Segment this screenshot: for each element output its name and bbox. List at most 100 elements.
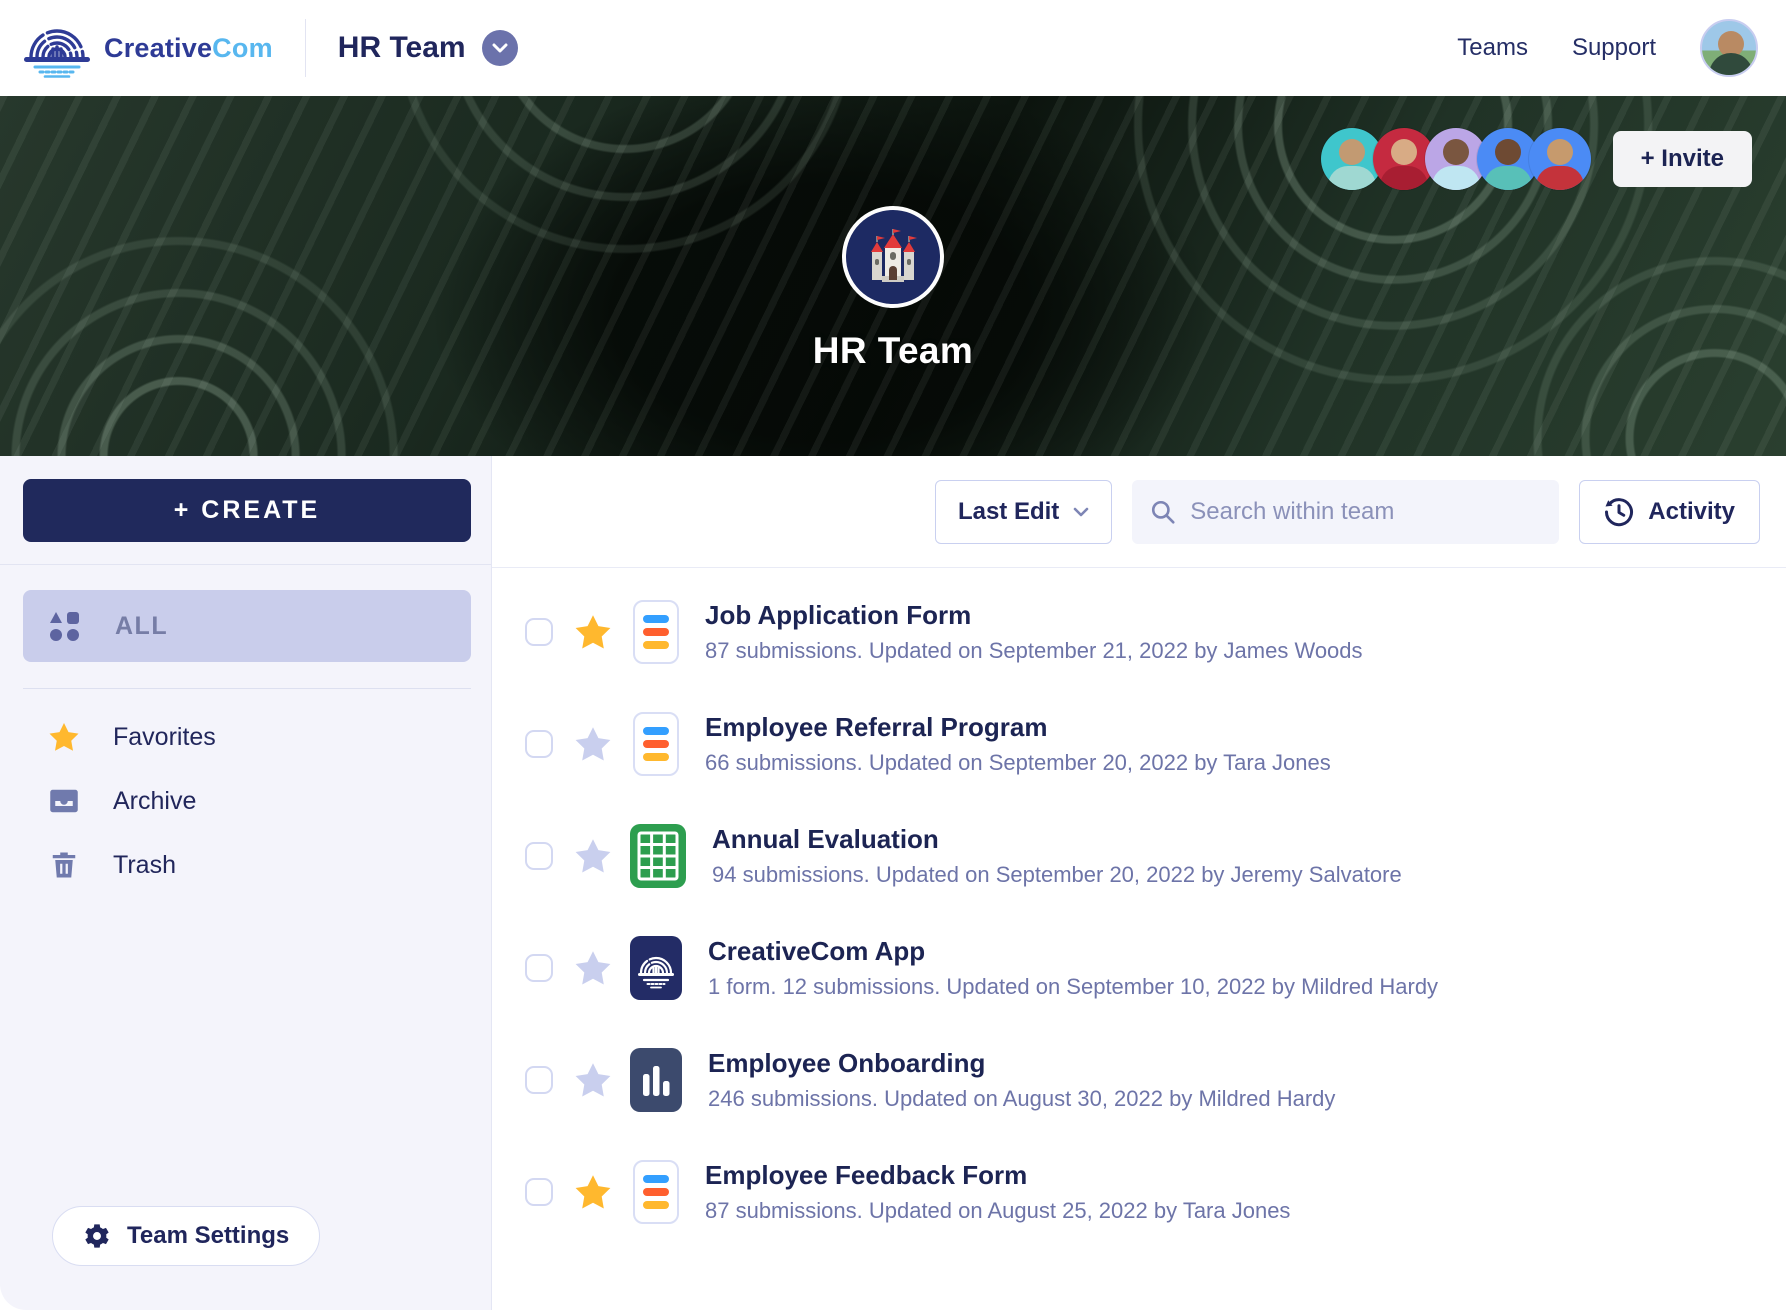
form-title: Annual Evaluation [712, 824, 1402, 855]
bar-chart-icon [630, 1048, 682, 1112]
team-title: HR Team [813, 330, 973, 372]
avatar-head [1339, 139, 1365, 165]
favorite-star-icon[interactable] [575, 1174, 611, 1210]
team-switcher-label: HR Team [338, 31, 466, 65]
form-title: Employee Onboarding [708, 1048, 1335, 1079]
row-checkbox[interactable] [525, 842, 553, 870]
avatar-torso [1380, 166, 1428, 190]
team-avatar [842, 206, 944, 308]
castle-icon [864, 228, 922, 286]
team-search [1132, 480, 1559, 544]
form-bar [643, 727, 669, 735]
sidebar-item-trash[interactable]: Trash [23, 833, 471, 897]
list-item[interactable]: Job Application Form 87 submissions. Upd… [525, 576, 1786, 688]
team-settings-label: Team Settings [127, 1222, 289, 1250]
form-subtitle: 87 submissions. Updated on August 25, 20… [705, 1198, 1290, 1224]
form-subtitle: 246 submissions. Updated on August 30, 2… [708, 1086, 1335, 1112]
fingerprint-logo-icon [24, 17, 90, 79]
form-subtitle: 1 form. 12 submissions. Updated on Septe… [708, 974, 1438, 1000]
form-bar [643, 641, 669, 649]
form-title: Employee Feedback Form [705, 1160, 1290, 1191]
activity-button[interactable]: Activity [1579, 480, 1760, 544]
search-icon [1150, 499, 1176, 525]
nav-link-support[interactable]: Support [1572, 34, 1656, 62]
form-subtitle: 94 submissions. Updated on September 20,… [712, 862, 1402, 888]
form-title: Job Application Form [705, 600, 1363, 631]
top-navbar: CreativeCom HR Team Teams Support [0, 0, 1786, 96]
app-window: CreativeCom HR Team Teams Support [0, 0, 1786, 1310]
favorite-star-icon[interactable] [575, 950, 611, 986]
table-grid-icon [630, 824, 686, 888]
main-panel: Last Edit Activity [492, 456, 1786, 1310]
avatar-head [1391, 139, 1417, 165]
form-bar [643, 753, 669, 761]
star-icon [49, 722, 79, 752]
team-cover-banner: + Invite HR T [0, 96, 1786, 456]
list-item[interactable]: Employee Feedback Form 87 submissions. U… [525, 1136, 1786, 1248]
sidebar-divider [0, 564, 491, 565]
sidebar-item-label: Trash [113, 851, 176, 880]
activity-button-label: Activity [1648, 498, 1735, 526]
member-avatar[interactable] [1529, 128, 1591, 190]
avatar-torso [1536, 166, 1584, 190]
sidebar-item-label: Archive [113, 787, 196, 816]
form-title: Employee Referral Program [705, 712, 1331, 743]
user-avatar[interactable] [1700, 19, 1758, 77]
sidebar-divider [23, 688, 471, 689]
member-avatar-group [1331, 128, 1591, 190]
brand-logo[interactable]: CreativeCom [24, 17, 273, 79]
form-bar [643, 1175, 669, 1183]
list-item[interactable]: Employee Referral Program 66 submissions… [525, 688, 1786, 800]
favorite-star-icon[interactable] [575, 726, 611, 762]
sort-dropdown-label: Last Edit [958, 498, 1059, 526]
row-checkbox[interactable] [525, 730, 553, 758]
clock-history-icon [1604, 497, 1634, 527]
favorite-star-icon[interactable] [575, 838, 611, 874]
row-checkbox[interactable] [525, 618, 553, 646]
create-button[interactable]: + CREATE [23, 479, 471, 542]
forms-list: Job Application Form 87 submissions. Upd… [492, 568, 1786, 1248]
form-subtitle: 87 submissions. Updated on September 21,… [705, 638, 1363, 664]
archive-box-icon [49, 786, 79, 816]
form-doc-icon [633, 1160, 679, 1224]
form-doc-icon [633, 600, 679, 664]
sidebar-item-favorites[interactable]: Favorites [23, 705, 471, 769]
form-subtitle: 66 submissions. Updated on September 20,… [705, 750, 1331, 776]
form-title: CreativeCom App [708, 936, 1438, 967]
favorite-star-icon[interactable] [575, 614, 611, 650]
form-bar [643, 740, 669, 748]
form-bar [643, 615, 669, 623]
team-settings-button[interactable]: Team Settings [52, 1206, 320, 1266]
favorite-star-icon[interactable] [575, 1062, 611, 1098]
avatar-torso [1328, 166, 1376, 190]
avatar-head [1495, 139, 1521, 165]
gear-icon [83, 1222, 111, 1250]
avatar-torso [1432, 166, 1480, 190]
nav-link-teams[interactable]: Teams [1457, 34, 1528, 62]
sidebar-item-all[interactable]: ALL [23, 590, 471, 662]
row-checkbox[interactable] [525, 1178, 553, 1206]
team-switcher[interactable]: HR Team [338, 30, 518, 66]
avatar-head [1443, 139, 1469, 165]
list-item[interactable]: Employee Onboarding 246 submissions. Upd… [525, 1024, 1786, 1136]
toolbar: Last Edit Activity [492, 456, 1786, 568]
row-checkbox[interactable] [525, 1066, 553, 1094]
chevron-down-icon [1073, 507, 1089, 517]
list-item[interactable]: CreativeCom App 1 form. 12 submissions. … [525, 912, 1786, 1024]
avatar-head [1547, 139, 1573, 165]
row-checkbox[interactable] [525, 954, 553, 982]
navbar-divider [305, 19, 306, 77]
sort-dropdown[interactable]: Last Edit [935, 480, 1112, 544]
invite-button[interactable]: + Invite [1613, 131, 1752, 187]
sidebar-item-archive[interactable]: Archive [23, 769, 471, 833]
fingerprint-app-icon [630, 936, 682, 1000]
sidebar: + CREATE ALL Favorites [0, 456, 492, 1310]
form-bar [643, 1201, 669, 1209]
list-item[interactable]: Annual Evaluation 94 submissions. Update… [525, 800, 1786, 912]
avatar-torso [1484, 166, 1532, 190]
shapes-grid-icon [49, 610, 81, 642]
sidebar-item-label: Favorites [113, 723, 216, 752]
form-bar [643, 628, 669, 636]
search-input[interactable] [1190, 498, 1541, 526]
chevron-down-icon[interactable] [482, 30, 518, 66]
